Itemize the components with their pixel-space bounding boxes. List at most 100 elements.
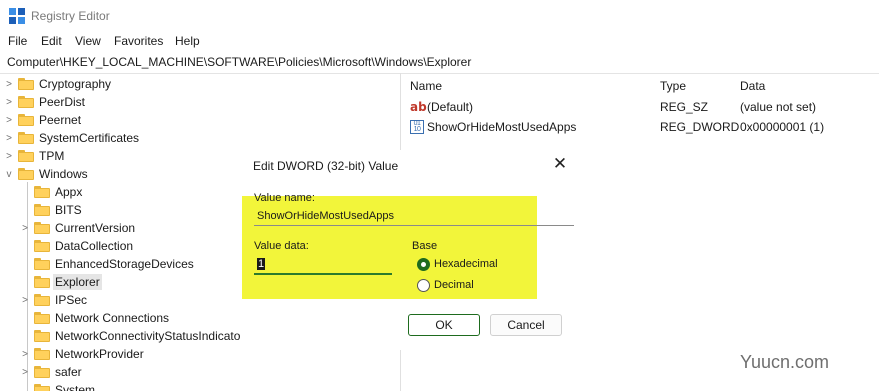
menu-view[interactable]: View [75,34,101,48]
window-title: Registry Editor [31,9,110,23]
radio-label: Hexadecimal [434,258,498,270]
tree-item-label: CurrentVersion [55,221,136,235]
tree-item-label: Cryptography [39,77,112,91]
menu-file[interactable]: File [8,34,27,48]
column-header-data[interactable]: Data [740,79,765,93]
folder-icon [34,222,50,234]
chevron-right-icon[interactable]: > [19,295,31,306]
menu-favorites[interactable]: Favorites [114,34,163,48]
column-header-name[interactable]: Name [410,79,442,93]
tree-item-label: TPM [39,149,65,163]
tree-item-explorer[interactable]: Explorer [19,273,102,291]
column-header-type[interactable]: Type [660,79,686,93]
base-label: Base [412,240,438,252]
tree-item-label: PeerDist [39,95,86,109]
folder-icon [34,330,50,342]
tree-item-bits[interactable]: BITS [19,201,82,219]
radio-decimal[interactable]: Decimal [417,277,474,293]
value-name: ShowOrHideMostUsedApps [427,120,577,134]
watermark: Yuucn.com [740,352,830,372]
tree-item-label: Appx [55,185,83,199]
chevron-right-icon[interactable]: > [3,79,15,90]
tree-item-network-connections[interactable]: Network Connections [19,309,169,327]
tree-item-label: NetworkConnectivityStatusIndicator [55,329,245,343]
tree-item-networkprovider[interactable]: > NetworkProvider [19,345,144,363]
tree-item-label: Network Connections [55,311,170,325]
folder-icon [34,312,50,324]
folder-icon [18,168,34,180]
value-data-text: 1 [257,258,266,270]
folder-icon [34,276,50,288]
title-bar: Registry Editor [0,0,879,32]
folder-icon [34,258,50,270]
folder-icon [34,384,50,391]
folder-icon [18,114,34,126]
tree-item-networkconnectivitystatusindicator[interactable]: NetworkConnectivityStatusIndicator [19,327,244,345]
menu-bar: File Edit View Favorites Help [0,32,879,50]
tree-item-enhancedstoragedevices[interactable]: EnhancedStorageDevices [19,255,194,273]
chevron-right-icon[interactable]: > [3,115,15,126]
value-name-label: Value name: [254,192,315,204]
tree-item-peernet[interactable]: > Peernet [3,111,81,129]
tree-item-windows[interactable]: v Windows [3,165,88,183]
chevron-right-icon[interactable]: > [19,349,31,360]
folder-icon [34,240,50,252]
tree-item-currentversion[interactable]: > CurrentVersion [19,219,135,237]
dword-value-icon: 01 10 [410,120,424,134]
folder-icon [18,96,34,108]
registry-editor-icon [9,8,25,24]
address-bar[interactable]: Computer\HKEY_LOCAL_MACHINE\SOFTWARE\Pol… [0,53,879,71]
tree-item-label: System [55,383,96,391]
tree-item-label: IPSec [55,293,88,307]
tree-item-datacollection[interactable]: DataCollection [19,237,133,255]
tree-item-cryptography[interactable]: > Cryptography [3,75,111,93]
folder-icon [34,294,50,306]
folder-icon [34,366,50,378]
value-row-default[interactable]: ab (Default) REG_SZ (value not set) [401,98,879,116]
chevron-right-icon[interactable]: > [3,97,15,108]
radio-selected-icon[interactable] [417,257,430,271]
folder-icon [18,78,34,90]
tree-item-label: NetworkProvider [55,347,144,361]
tree-item-appx[interactable]: Appx [19,183,82,201]
menu-help[interactable]: Help [175,34,200,48]
folder-icon [34,204,50,216]
chevron-right-icon[interactable]: > [3,133,15,144]
tree-item-tpm[interactable]: > TPM [3,147,64,165]
value-data-field[interactable]: 1 [254,255,392,275]
tree-item-safer[interactable]: > safer [19,363,82,381]
value-name-field[interactable]: ShowOrHideMostUsedApps [254,206,574,226]
chevron-right-icon[interactable]: > [19,367,31,378]
tree-item-system[interactable]: System [19,381,95,391]
tree-item-label: BITS [55,203,82,217]
value-data-label: Value data: [254,240,309,252]
value-row-showorhidemostusedapps[interactable]: 01 10 ShowOrHideMostUsedApps REG_DWORD 0x… [401,118,879,136]
folder-icon [34,186,50,198]
radio-unselected-icon[interactable] [417,278,430,292]
value-type: REG_DWORD [660,120,740,134]
radio-hexadecimal[interactable]: Hexadecimal [417,256,498,272]
chevron-down-icon[interactable]: v [3,169,15,180]
tree-item-label: safer [55,365,82,379]
ok-button[interactable]: OK [408,314,480,336]
folder-icon [34,348,50,360]
menu-edit[interactable]: Edit [41,34,62,48]
cancel-button[interactable]: Cancel [490,314,562,336]
chevron-right-icon[interactable]: > [3,151,15,162]
folder-icon [18,132,34,144]
string-value-icon: ab [410,100,427,114]
tree-item-ipsec[interactable]: > IPSec [19,291,87,309]
close-icon[interactable]: ✕ [550,154,570,174]
value-name: (Default) [427,100,474,114]
tree-item-label: SystemCertificates [39,131,140,145]
radio-label: Decimal [434,279,474,291]
value-type: REG_SZ [660,100,709,114]
value-data: (value not set) [740,100,817,114]
tree-item-label: DataCollection [55,239,134,253]
chevron-right-icon[interactable]: > [19,223,31,234]
tree-item-systemcertificates[interactable]: > SystemCertificates [3,129,139,147]
tree-item-label: Explorer [53,274,102,290]
tree-item-label: EnhancedStorageDevices [55,257,194,271]
tree-item-peerdist[interactable]: > PeerDist [3,93,85,111]
value-data: 0x00000001 (1) [740,120,825,134]
